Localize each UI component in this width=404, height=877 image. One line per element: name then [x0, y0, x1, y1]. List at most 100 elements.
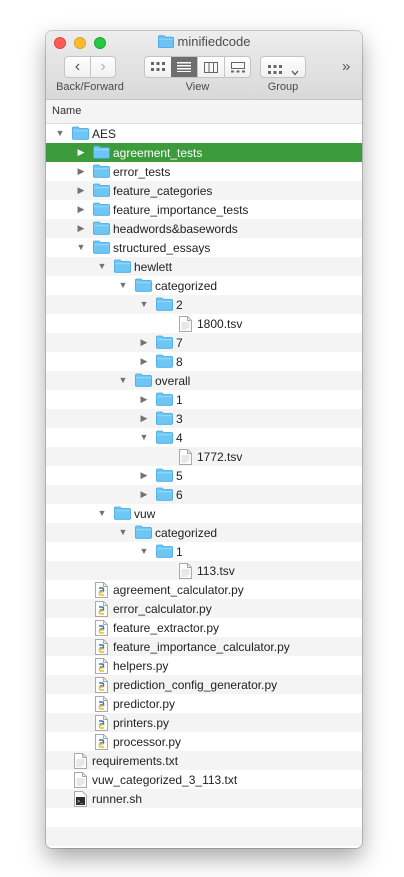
item-name: feature_categories: [113, 184, 213, 198]
folder-row[interactable]: ▼ 1: [46, 542, 362, 561]
list-view-button[interactable]: [171, 57, 197, 77]
disclosure-collapsed-icon[interactable]: ▶: [75, 162, 87, 181]
group-grid-icon: [268, 62, 282, 80]
disclosure-collapsed-icon[interactable]: ▶: [138, 485, 150, 504]
folder-icon: [114, 259, 131, 276]
empty-row: [46, 827, 362, 846]
folder-row[interactable]: ▶ 7: [46, 333, 362, 352]
file-row[interactable]: feature_importance_calculator.py: [46, 637, 362, 656]
file-row[interactable]: printers.py: [46, 713, 362, 732]
item-name: overall: [155, 374, 191, 388]
disclosure-collapsed-icon[interactable]: ▶: [75, 219, 87, 238]
file-row[interactable]: helpers.py: [46, 656, 362, 675]
folder-row[interactable]: ▼ categorized: [46, 523, 362, 542]
folder-row[interactable]: ▶ error_tests: [46, 162, 362, 181]
folder-icon: [156, 335, 173, 352]
disclosure-collapsed-icon[interactable]: ▶: [75, 200, 87, 219]
svg-text:>_: >_: [77, 799, 84, 805]
file-row[interactable]: predictor.py: [46, 694, 362, 713]
gallery-view-button[interactable]: [225, 57, 251, 77]
disclosure-collapsed-icon[interactable]: ▶: [75, 143, 87, 162]
disclosure-collapsed-icon[interactable]: ▶: [138, 390, 150, 409]
folder-row[interactable]: ▶ 3: [46, 409, 362, 428]
window-title: minifiedcode: [46, 34, 362, 51]
disclosure-collapsed-icon[interactable]: ▶: [75, 181, 87, 200]
folder-row[interactable]: ▶ feature_importance_tests: [46, 200, 362, 219]
disclosure-expanded-icon[interactable]: ▼: [138, 542, 150, 561]
name-column-header[interactable]: Name: [52, 105, 81, 117]
folder-row[interactable]: ▶ 8: [46, 352, 362, 371]
icon-view-button[interactable]: [145, 57, 171, 77]
file-row[interactable]: requirements.txt: [46, 751, 362, 770]
view-mode-control: [144, 56, 251, 78]
column-view-button[interactable]: [198, 57, 224, 77]
item-name: 4: [176, 431, 183, 445]
item-name: predictor.py: [113, 697, 176, 711]
disclosure-collapsed-icon[interactable]: ▶: [138, 409, 150, 428]
folder-row[interactable]: ▼ structured_essays: [46, 238, 362, 257]
item-name: headwords&basewords: [113, 222, 238, 236]
file-row[interactable]: 1800.tsv: [46, 314, 362, 333]
item-name: feature_importance_calculator.py: [113, 640, 290, 654]
folder-row[interactable]: ▼ vuw: [46, 504, 362, 523]
item-name: structured_essays: [113, 241, 211, 255]
file-row[interactable]: feature_extractor.py: [46, 618, 362, 637]
disclosure-expanded-icon[interactable]: ▼: [117, 371, 129, 390]
file-row[interactable]: 1772.tsv: [46, 447, 362, 466]
item-name: 1: [176, 545, 183, 559]
disclosure-expanded-icon[interactable]: ▼: [75, 238, 87, 257]
folder-row[interactable]: ▶ feature_categories: [46, 181, 362, 200]
item-name: runner.sh: [92, 792, 143, 806]
folder-row[interactable]: ▼ categorized: [46, 276, 362, 295]
folder-row[interactable]: ▼ AES: [46, 124, 362, 143]
forward-button[interactable]: ›: [91, 57, 115, 77]
disclosure-expanded-icon[interactable]: ▼: [96, 504, 108, 523]
file-list: ▼ AES ▶ agreement_tests ▶ error_tests ▶ feature…: [46, 124, 362, 846]
folder-row[interactable]: ▶ 1: [46, 390, 362, 409]
item-name: 5: [176, 469, 183, 483]
disclosure-collapsed-icon[interactable]: ▶: [138, 352, 150, 371]
folder-row[interactable]: ▼ hewlett: [46, 257, 362, 276]
disclosure-collapsed-icon[interactable]: ▶: [138, 333, 150, 352]
toolbar-overflow-button[interactable]: »: [342, 58, 350, 75]
item-name: 7: [176, 336, 183, 350]
disclosure-expanded-icon[interactable]: ▼: [54, 124, 66, 143]
item-name: hewlett: [134, 260, 173, 274]
folder-row[interactable]: ▶ 5: [46, 466, 362, 485]
file-row[interactable]: >_ runner.sh: [46, 789, 362, 808]
file-row[interactable]: prediction_config_generator.py: [46, 675, 362, 694]
back-button[interactable]: ‹: [65, 57, 90, 77]
disclosure-expanded-icon[interactable]: ▼: [138, 295, 150, 314]
file-row[interactable]: 113.tsv: [46, 561, 362, 580]
disclosure-collapsed-icon[interactable]: ▶: [138, 466, 150, 485]
disclosure-expanded-icon[interactable]: ▼: [117, 523, 129, 542]
file-row[interactable]: agreement_calculator.py: [46, 580, 362, 599]
folder-icon: [156, 354, 173, 371]
item-name: requirements.txt: [92, 754, 179, 768]
folder-icon: [156, 544, 173, 561]
folder-row[interactable]: ▼ 4: [46, 428, 362, 447]
folder-row[interactable]: ▼ 2: [46, 295, 362, 314]
disclosure-expanded-icon[interactable]: ▼: [138, 428, 150, 447]
item-name: helpers.py: [113, 659, 169, 673]
folder-row[interactable]: ▶ agreement_tests: [46, 143, 362, 162]
folder-row[interactable]: ▶ 6: [46, 485, 362, 504]
file-row[interactable]: error_calculator.py: [46, 599, 362, 618]
file-row[interactable]: vuw_categorized_3_113.txt: [46, 770, 362, 789]
file-row[interactable]: processor.py: [46, 732, 362, 751]
empty-row: [46, 808, 362, 827]
item-name: agreement_calculator.py: [113, 583, 244, 597]
folder-icon: [93, 240, 110, 257]
finder-window: minifiedcode ‹ › Back/Forward View Group…: [46, 31, 362, 848]
folder-row[interactable]: ▶ headwords&basewords: [46, 219, 362, 238]
back-forward-control: ‹ ›: [64, 56, 116, 78]
disclosure-expanded-icon[interactable]: ▼: [96, 257, 108, 276]
group-button[interactable]: [260, 56, 306, 78]
folder-icon: [72, 126, 89, 143]
folder-row[interactable]: ▼ overall: [46, 371, 362, 390]
folder-icon: [135, 278, 152, 295]
item-name: feature_importance_tests: [113, 203, 249, 217]
list-header: Name: [46, 100, 362, 124]
disclosure-expanded-icon[interactable]: ▼: [117, 276, 129, 295]
back-forward-label: Back/Forward: [56, 81, 124, 93]
